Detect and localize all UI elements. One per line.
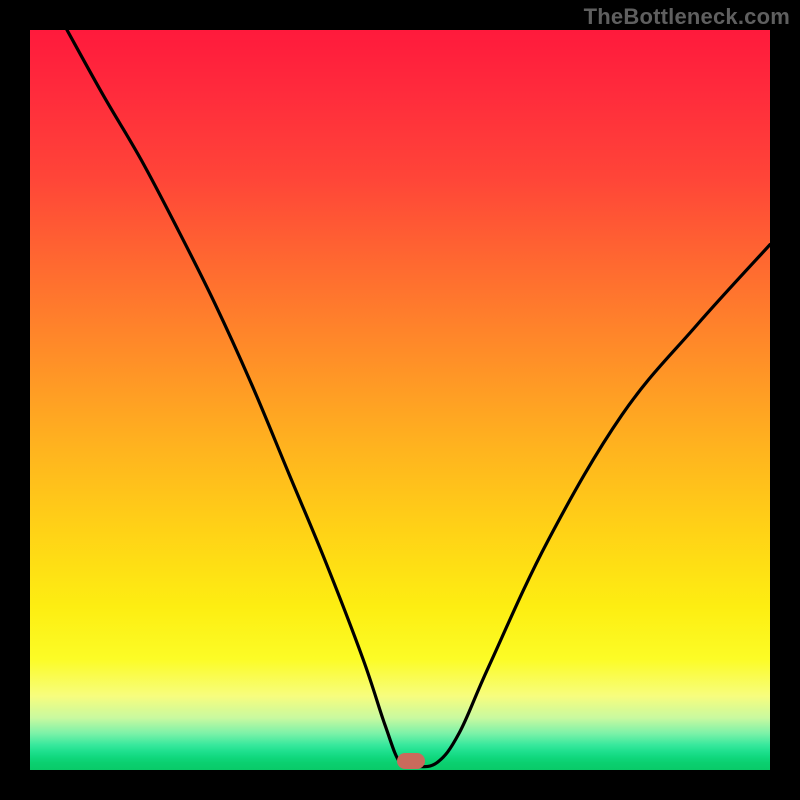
- minimum-marker: [397, 753, 425, 769]
- bottleneck-curve-path: [67, 30, 770, 767]
- plot-area: [30, 30, 770, 770]
- curve-svg: [30, 30, 770, 770]
- chart-frame: TheBottleneck.com: [0, 0, 800, 800]
- watermark-text: TheBottleneck.com: [584, 4, 790, 30]
